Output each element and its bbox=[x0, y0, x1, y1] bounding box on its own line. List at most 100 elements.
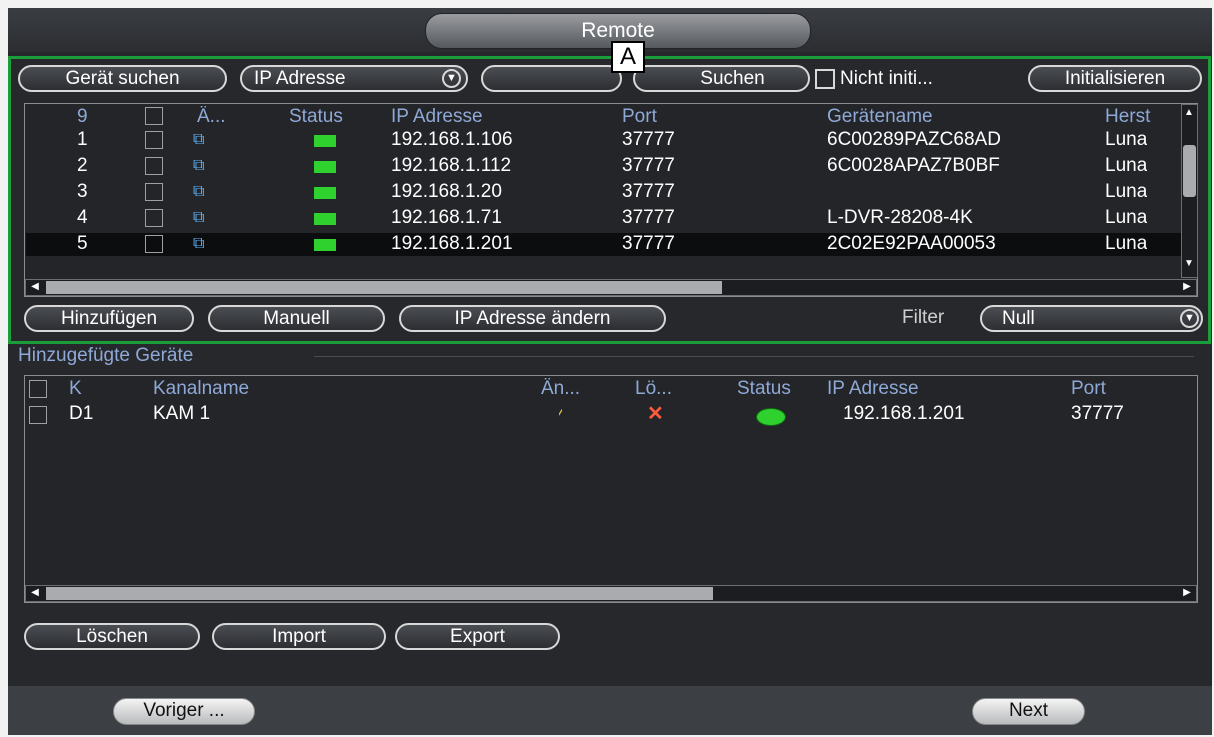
uninitialized-checkbox[interactable] bbox=[815, 69, 835, 89]
delete-icon[interactable]: ✕ bbox=[647, 403, 664, 425]
next-button[interactable]: Next bbox=[972, 698, 1085, 725]
search-input[interactable] bbox=[481, 65, 622, 92]
added-devices-title: Hinzugefügte Geräte bbox=[18, 345, 194, 366]
select-all-checkbox[interactable] bbox=[29, 380, 47, 398]
horizontal-scrollbar[interactable]: ◀ ▶ bbox=[25, 585, 1197, 602]
device-search-button[interactable]: Gerät suchen bbox=[18, 65, 227, 92]
add-button[interactable]: Hinzufügen bbox=[24, 305, 194, 332]
filter-select[interactable]: Null bbox=[980, 305, 1203, 332]
scroll-left-icon[interactable]: ◀ bbox=[28, 280, 42, 294]
annotation-label: A bbox=[611, 41, 645, 73]
row-channel: D1 bbox=[69, 403, 94, 424]
delete-button[interactable]: Löschen bbox=[24, 623, 200, 650]
col-delete: Lö... bbox=[635, 378, 672, 399]
filter-select-value: Null bbox=[1002, 308, 1035, 329]
scroll-thumb[interactable] bbox=[46, 587, 713, 600]
col-device-name: Gerätename bbox=[827, 106, 933, 127]
edit-icon[interactable]: ∕ bbox=[559, 403, 562, 425]
chevron-down-icon[interactable]: ▼ bbox=[442, 69, 461, 88]
row-number: 5 bbox=[77, 233, 88, 254]
row-port: 37777 bbox=[622, 207, 675, 228]
row-device-name: 6C00289PAZC68AD bbox=[827, 129, 1001, 150]
monitor-icon: ⧉ bbox=[193, 131, 205, 148]
row-checkbox[interactable] bbox=[145, 157, 163, 175]
chevron-down-icon[interactable]: ▼ bbox=[1180, 309, 1199, 328]
footer-bar: Voriger ... Next bbox=[8, 686, 1212, 735]
row-number: 4 bbox=[77, 207, 88, 228]
table-row[interactable]: 1 ⧉ 192.168.1.106 37777 6C00289PAZC68AD … bbox=[25, 129, 1181, 155]
row-ip: 192.168.1.112 bbox=[391, 155, 512, 176]
import-button[interactable]: Import bbox=[212, 623, 386, 650]
export-button[interactable]: Export bbox=[395, 623, 560, 650]
scroll-left-icon[interactable]: ◀ bbox=[28, 586, 42, 600]
title-bar: Remote bbox=[8, 8, 1212, 52]
status-ok-icon bbox=[314, 213, 336, 225]
row-ip: 192.168.1.106 bbox=[391, 129, 513, 150]
table-row[interactable]: 3 ⧉ 192.168.1.20 37777 Luna bbox=[25, 181, 1181, 207]
vertical-scrollbar[interactable]: ▲ ▼ bbox=[1181, 104, 1198, 278]
row-checkbox[interactable] bbox=[145, 183, 163, 201]
status-ok-icon bbox=[314, 161, 336, 173]
col-port: Port bbox=[622, 106, 657, 127]
remote-device-dialog: Remote Gerät suchen IP Adresse ▼ Suchen … bbox=[8, 8, 1212, 735]
row-ip: 192.168.1.201 bbox=[391, 233, 513, 254]
row-checkbox[interactable] bbox=[145, 209, 163, 227]
row-port: 37777 bbox=[622, 233, 675, 254]
filter-label: Filter bbox=[902, 307, 945, 328]
table-row[interactable]: 4 ⧉ 192.168.1.71 37777 L-DVR-28208-4K Lu… bbox=[25, 207, 1181, 233]
row-manufacturer: Luna bbox=[1105, 181, 1148, 202]
row-manufacturer: Luna bbox=[1105, 207, 1148, 228]
row-ip: 192.168.1.20 bbox=[391, 181, 502, 202]
col-status: Status bbox=[289, 106, 343, 127]
found-devices-table: 9 Ä... Status IP Adresse Port Gerätename… bbox=[24, 103, 1198, 297]
row-port: 37777 bbox=[622, 129, 675, 150]
row-checkbox[interactable] bbox=[145, 131, 163, 149]
scroll-right-icon[interactable]: ▶ bbox=[1180, 586, 1194, 600]
row-ip: 192.168.1.71 bbox=[391, 207, 502, 228]
row-ip: 192.168.1.201 bbox=[843, 403, 965, 424]
scroll-thumb[interactable] bbox=[1183, 145, 1196, 197]
monitor-icon: ⧉ bbox=[193, 157, 205, 174]
col-edit: Ä... bbox=[197, 106, 226, 127]
table-row[interactable]: 5 ⧉ 192.168.1.201 37777 2C02E92PAA00053 … bbox=[25, 233, 1181, 259]
search-button[interactable]: Suchen bbox=[633, 65, 810, 92]
status-ok-icon bbox=[314, 187, 336, 199]
select-all-checkbox[interactable] bbox=[145, 107, 163, 125]
col-count: 9 bbox=[77, 106, 88, 127]
scroll-thumb[interactable] bbox=[46, 281, 722, 294]
col-ip: IP Adresse bbox=[391, 106, 483, 127]
ip-type-select[interactable]: IP Adresse bbox=[240, 65, 468, 92]
row-number: 1 bbox=[77, 129, 88, 150]
row-port: 37777 bbox=[622, 155, 675, 176]
section-divider bbox=[314, 356, 1194, 357]
col-edit: Än... bbox=[541, 378, 581, 399]
status-ok-icon bbox=[314, 135, 336, 147]
row-device-name: 2C02E92PAA00053 bbox=[827, 233, 996, 254]
row-manufacturer: Luna bbox=[1105, 155, 1148, 176]
row-number: 2 bbox=[77, 155, 88, 176]
initialize-button[interactable]: Initialisieren bbox=[1028, 65, 1202, 92]
row-checkbox[interactable] bbox=[145, 235, 163, 253]
row-checkbox[interactable] bbox=[29, 406, 47, 424]
scroll-down-icon[interactable]: ▼ bbox=[1182, 257, 1196, 271]
horizontal-scrollbar[interactable]: ◀ ▶ bbox=[25, 279, 1197, 296]
row-port: 37777 bbox=[622, 181, 675, 202]
status-ok-icon bbox=[314, 239, 336, 251]
col-ip: IP Adresse bbox=[827, 378, 919, 399]
manual-button[interactable]: Manuell bbox=[208, 305, 385, 332]
row-manufacturer: Luna bbox=[1105, 129, 1148, 150]
scroll-right-icon[interactable]: ▶ bbox=[1180, 280, 1194, 294]
table-row[interactable]: D1 KAM 1 ∕ ✕ 192.168.1.201 37777 bbox=[25, 402, 1197, 428]
col-manufacturer: Herst bbox=[1105, 106, 1151, 127]
uninitialized-label: Nicht initi... bbox=[840, 68, 933, 89]
col-port: Port bbox=[1071, 378, 1106, 399]
table-row[interactable]: 2 ⧉ 192.168.1.112 37777 6C0028APAZ7B0BF … bbox=[25, 155, 1181, 181]
status-online-icon bbox=[756, 408, 786, 426]
monitor-icon: ⧉ bbox=[193, 183, 205, 200]
monitor-icon: ⧉ bbox=[193, 209, 205, 226]
change-ip-button[interactable]: IP Adresse ändern bbox=[399, 305, 666, 332]
row-port: 37777 bbox=[1071, 403, 1124, 424]
scroll-up-icon[interactable]: ▲ bbox=[1182, 106, 1196, 120]
previous-button[interactable]: Voriger ... bbox=[113, 698, 255, 725]
col-channel-name: Kanalname bbox=[153, 378, 250, 399]
